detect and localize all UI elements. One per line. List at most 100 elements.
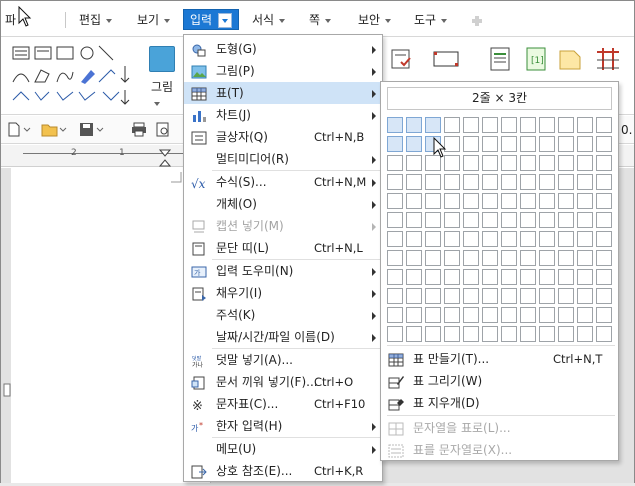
table-grid-cell[interactable]	[596, 193, 612, 209]
table-grid-cell[interactable]	[406, 250, 422, 266]
table-grid-cell[interactable]	[425, 212, 441, 228]
table-grid-cell[interactable]	[596, 212, 612, 228]
form-object-icon[interactable]	[390, 47, 414, 74]
table-grid-cell[interactable]	[501, 250, 517, 266]
table-grid-cell[interactable]	[387, 117, 403, 133]
menu-file-partial[interactable]: 파	[5, 10, 16, 30]
table-grid-cell[interactable]	[501, 231, 517, 247]
table-grid-cell[interactable]	[558, 174, 574, 190]
menu-view[interactable]: 보기	[137, 10, 171, 30]
table-grid-cell[interactable]	[520, 193, 536, 209]
chevron-down-icon[interactable]	[218, 13, 233, 28]
insert-menu-item[interactable]: 가 입력 도우미(N)	[184, 260, 382, 282]
table-grid-cell[interactable]	[501, 174, 517, 190]
table-grid-cell[interactable]	[387, 174, 403, 190]
zoom-value[interactable]: 0.	[621, 123, 632, 137]
table-grid-cell[interactable]	[406, 136, 422, 152]
insert-menu-item[interactable]: 차트(J)	[184, 104, 382, 126]
table-grid-cell[interactable]	[596, 117, 612, 133]
table-grid-cell[interactable]	[577, 155, 593, 171]
table-grid-cell[interactable]	[482, 326, 498, 342]
menu-security[interactable]: 보안	[358, 10, 392, 30]
shape-gallery[interactable]	[11, 42, 141, 108]
table-style-icon[interactable]	[595, 46, 621, 75]
table-grid-cell[interactable]	[539, 136, 555, 152]
table-grid-cell[interactable]	[482, 307, 498, 323]
menu-format[interactable]: 서식	[252, 10, 286, 30]
table-grid-cell[interactable]	[463, 212, 479, 228]
table-grid-cell[interactable]	[425, 174, 441, 190]
table-grid-cell[interactable]	[444, 288, 460, 304]
table-grid-cell[interactable]	[501, 117, 517, 133]
table-grid-cell[interactable]	[425, 117, 441, 133]
table-grid-cell[interactable]	[444, 174, 460, 190]
table-grid-cell[interactable]	[463, 288, 479, 304]
insert-menu-item[interactable]: ※ 문자표(C)... Ctrl+F10	[184, 393, 382, 415]
table-grid-cell[interactable]	[387, 212, 403, 228]
table-grid-cell[interactable]	[539, 212, 555, 228]
table-grid-cell[interactable]	[520, 307, 536, 323]
table-grid-cell[interactable]	[596, 250, 612, 266]
table-grid-cell[interactable]	[596, 288, 612, 304]
table-grid-cell[interactable]	[520, 117, 536, 133]
table-grid-cell[interactable]	[387, 288, 403, 304]
insert-menu-item[interactable]: 메모(U)	[184, 438, 382, 460]
table-grid-cell[interactable]	[406, 326, 422, 342]
insert-menu-item[interactable]: 멀티미디어(R)	[184, 148, 382, 170]
table-grid-cell[interactable]	[406, 117, 422, 133]
table-grid-cell[interactable]	[444, 117, 460, 133]
table-grid-cell[interactable]	[406, 307, 422, 323]
table-grid-cell[interactable]	[444, 212, 460, 228]
table-size-grid[interactable]	[387, 117, 612, 343]
caption-box-icon[interactable]	[433, 50, 459, 71]
table-grid-cell[interactable]	[463, 307, 479, 323]
table-grid-cell[interactable]	[406, 231, 422, 247]
table-grid-cell[interactable]	[463, 250, 479, 266]
table-grid-cell[interactable]	[577, 307, 593, 323]
table-grid-cell[interactable]	[406, 155, 422, 171]
table-grid-cell[interactable]	[387, 269, 403, 285]
table-grid-cell[interactable]	[520, 250, 536, 266]
table-grid-cell[interactable]	[482, 231, 498, 247]
table-grid-cell[interactable]	[596, 155, 612, 171]
table-grid-cell[interactable]	[501, 193, 517, 209]
table-grid-cell[interactable]	[463, 117, 479, 133]
table-grid-cell[interactable]	[482, 250, 498, 266]
table-grid-cell[interactable]	[596, 307, 612, 323]
insert-menu-item[interactable]: 문단 띠(L) Ctrl+N,L	[184, 237, 382, 259]
document-icon[interactable]	[489, 46, 511, 75]
table-grid-cell[interactable]	[444, 193, 460, 209]
table-menu-item[interactable]: 표 지우개(D)	[381, 392, 618, 414]
table-grid-cell[interactable]	[539, 117, 555, 133]
table-grid-cell[interactable]	[387, 193, 403, 209]
table-grid-cell[interactable]	[596, 231, 612, 247]
menu-tools[interactable]: 도구	[414, 10, 448, 30]
table-grid-cell[interactable]	[596, 174, 612, 190]
table-grid-cell[interactable]	[482, 269, 498, 285]
table-grid-cell[interactable]	[558, 326, 574, 342]
table-grid-cell[interactable]	[501, 288, 517, 304]
table-grid-cell[interactable]	[463, 193, 479, 209]
table-grid-cell[interactable]	[501, 136, 517, 152]
table-grid-cell[interactable]	[539, 269, 555, 285]
table-grid-cell[interactable]	[501, 212, 517, 228]
table-grid-cell[interactable]	[577, 193, 593, 209]
insert-menu-item[interactable]: 문서 끼워 넣기(F)... Ctrl+O	[184, 371, 382, 393]
insert-menu-item[interactable]: √x 수식(S)... Ctrl+N,M	[184, 171, 382, 193]
table-grid-cell[interactable]	[387, 326, 403, 342]
table-menu-item[interactable]: 표 만들기(T)... Ctrl+N,T	[381, 348, 618, 370]
table-grid-cell[interactable]	[406, 269, 422, 285]
menu-edit[interactable]: 편집	[79, 10, 113, 30]
table-grid-cell[interactable]	[425, 326, 441, 342]
table-grid-cell[interactable]	[387, 250, 403, 266]
insert-menu-item[interactable]: 글상자(Q) Ctrl+N,B	[184, 126, 382, 148]
save-icon[interactable]	[79, 122, 105, 137]
print-icon[interactable]	[131, 122, 147, 137]
table-grid-cell[interactable]	[577, 288, 593, 304]
table-grid-cell[interactable]	[558, 193, 574, 209]
table-grid-cell[interactable]	[501, 326, 517, 342]
table-grid-cell[interactable]	[482, 136, 498, 152]
extension-icon[interactable]	[470, 13, 484, 30]
table-grid-cell[interactable]	[444, 307, 460, 323]
table-grid-cell[interactable]	[520, 269, 536, 285]
